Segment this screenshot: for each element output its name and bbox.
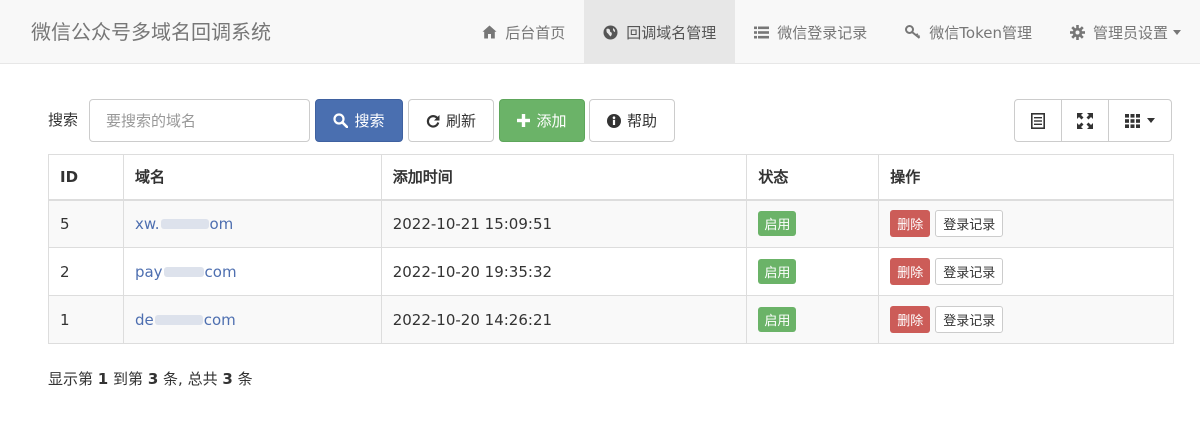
cell-domain: pay com bbox=[122, 247, 382, 296]
pagination-total: 3 bbox=[222, 370, 233, 388]
login-records-button[interactable]: 登录记录 bbox=[935, 306, 1004, 333]
table-tools bbox=[1014, 99, 1172, 142]
search-label: 搜索 bbox=[48, 111, 79, 129]
column-header-id[interactable]: ID bbox=[48, 154, 124, 201]
table-row: 2 pay com 2022-10-20 19:35:32 启用 删除 登录记录 bbox=[48, 247, 1174, 296]
status-badge[interactable]: 启用 bbox=[758, 259, 797, 284]
login-records-button[interactable]: 登录记录 bbox=[935, 258, 1004, 285]
nav-item-admin-settings[interactable]: 管理员设置 bbox=[1051, 0, 1200, 64]
nav-item-home[interactable]: 后台首页 bbox=[463, 0, 584, 64]
fullscreen-button[interactable] bbox=[1061, 99, 1109, 142]
domain-suffix: com bbox=[203, 310, 236, 329]
domain-prefix: xw. bbox=[134, 214, 160, 233]
refresh-button-label: 刷新 bbox=[445, 112, 476, 130]
column-header-actions[interactable]: 操作 bbox=[878, 154, 1174, 201]
redacted-blur bbox=[163, 267, 204, 277]
cell-actions: 删除 登录记录 bbox=[878, 199, 1174, 248]
brand-title[interactable]: 微信公众号多域名回调系统 bbox=[31, 0, 271, 64]
domain-suffix: com bbox=[204, 262, 237, 281]
gear-icon bbox=[1069, 24, 1085, 40]
info-icon bbox=[606, 113, 621, 128]
domain-prefix: de bbox=[134, 310, 154, 329]
domain-table: ID 域名 添加时间 状态 操作 5 xw. om 2022-10-21 15:0… bbox=[48, 154, 1174, 344]
list-alt-icon bbox=[1031, 112, 1045, 129]
status-badge[interactable]: 启用 bbox=[758, 307, 797, 332]
home-icon bbox=[482, 25, 497, 39]
toolbar: 搜索 搜索 刷新 添加 帮助 bbox=[48, 99, 1174, 143]
help-button-label: 帮助 bbox=[626, 112, 657, 130]
pagination-from: 1 bbox=[97, 370, 109, 388]
cell-added-time: 2022-10-20 14:26:21 bbox=[380, 295, 748, 344]
pagination-prefix: 显示第 bbox=[48, 370, 94, 388]
table-header-row: ID 域名 添加时间 状态 操作 bbox=[48, 154, 1174, 201]
globe-icon bbox=[603, 25, 618, 39]
nav-item-label: 微信Token管理 bbox=[929, 23, 1032, 42]
delete-button[interactable]: 删除 bbox=[890, 258, 931, 285]
domain-link[interactable]: pay com bbox=[135, 263, 237, 281]
cell-status: 启用 bbox=[746, 247, 880, 296]
delete-button[interactable]: 删除 bbox=[890, 210, 931, 238]
refresh-button[interactable]: 刷新 bbox=[408, 99, 494, 142]
columns-dropdown-button[interactable] bbox=[1108, 99, 1172, 142]
search-button-label: 搜索 bbox=[354, 112, 385, 130]
cell-status: 启用 bbox=[746, 295, 880, 344]
columns-icon bbox=[1125, 113, 1140, 128]
main-nav: 后台首页 回调域名管理 微信登录记录 微信Token管理 管理员设置 bbox=[463, 0, 1200, 64]
pagination-to-word: 到第 bbox=[113, 370, 144, 388]
domain-link[interactable]: xw. om bbox=[135, 215, 233, 233]
table-row: 5 xw. om 2022-10-21 15:09:51 启用 删除 登录记录 bbox=[48, 199, 1174, 248]
nav-item-login-records[interactable]: 微信登录记录 bbox=[735, 0, 886, 64]
plus-icon bbox=[517, 114, 531, 127]
list-icon bbox=[754, 26, 770, 38]
domain-prefix: pay bbox=[134, 262, 163, 281]
cell-id: 2 bbox=[48, 247, 124, 296]
cell-domain: xw. om bbox=[122, 199, 382, 248]
pagination-info: 显示第 1 到第 3 条, 总共 3 条 bbox=[48, 368, 253, 389]
search-button[interactable]: 搜索 bbox=[315, 99, 403, 142]
cell-added-time: 2022-10-20 19:35:32 bbox=[380, 247, 748, 296]
nav-item-token-manage[interactable]: 微信Token管理 bbox=[886, 0, 1051, 64]
cell-actions: 删除 登录记录 bbox=[878, 295, 1174, 344]
cell-status: 启用 bbox=[746, 199, 880, 248]
refresh-icon bbox=[426, 114, 440, 128]
search-icon bbox=[333, 113, 349, 128]
redacted-blur bbox=[160, 219, 209, 230]
cell-actions: 删除 登录记录 bbox=[878, 247, 1174, 296]
cell-domain: de com bbox=[122, 295, 382, 344]
add-button-label: 添加 bbox=[536, 112, 567, 130]
pagination-suffix: 条 bbox=[237, 370, 253, 388]
search-input[interactable] bbox=[89, 99, 310, 142]
fullscreen-icon bbox=[1077, 112, 1093, 129]
nav-item-label: 后台首页 bbox=[505, 23, 566, 42]
cell-id: 1 bbox=[48, 295, 124, 344]
delete-button[interactable]: 删除 bbox=[890, 306, 931, 333]
navbar: 微信公众号多域名回调系统 后台首页 回调域名管理 微信登录记录 微信Token管… bbox=[0, 0, 1200, 64]
domain-suffix: om bbox=[209, 214, 234, 233]
chevron-down-icon bbox=[1147, 118, 1155, 123]
add-button[interactable]: 添加 bbox=[499, 99, 585, 142]
key-icon bbox=[905, 25, 921, 39]
column-header-added-time[interactable]: 添加时间 bbox=[380, 154, 748, 201]
nav-item-callback-domains[interactable]: 回调域名管理 bbox=[584, 0, 736, 64]
nav-item-label: 管理员设置 bbox=[1092, 23, 1168, 42]
cell-id: 5 bbox=[48, 199, 124, 248]
nav-item-label: 回调域名管理 bbox=[626, 23, 717, 42]
chevron-down-icon bbox=[1173, 29, 1181, 35]
toggle-view-button[interactable] bbox=[1014, 99, 1062, 142]
pagination-mid: 条, 总共 bbox=[163, 370, 218, 388]
nav-item-label: 微信登录记录 bbox=[777, 23, 868, 42]
redacted-blur bbox=[154, 315, 203, 325]
table-row: 1 de com 2022-10-20 14:26:21 启用 删除 登录记录 bbox=[48, 295, 1174, 344]
cell-added-time: 2022-10-21 15:09:51 bbox=[380, 199, 748, 248]
domain-link[interactable]: de com bbox=[135, 311, 236, 329]
column-header-domain[interactable]: 域名 bbox=[122, 154, 382, 201]
status-badge[interactable]: 启用 bbox=[758, 211, 797, 237]
login-records-button[interactable]: 登录记录 bbox=[935, 210, 1004, 238]
pagination-to: 3 bbox=[147, 370, 159, 388]
help-button[interactable]: 帮助 bbox=[589, 99, 675, 142]
column-header-status[interactable]: 状态 bbox=[746, 154, 880, 201]
